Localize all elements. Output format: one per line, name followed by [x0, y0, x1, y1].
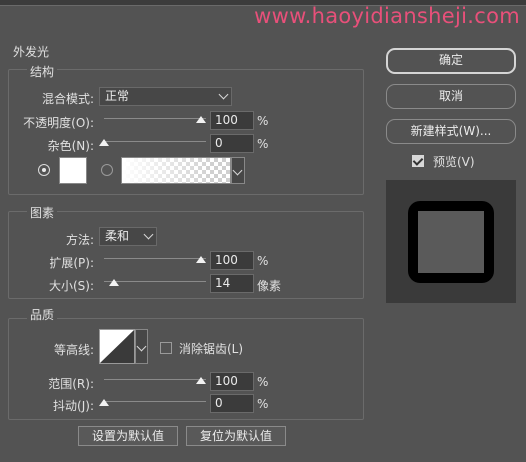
preview-checkbox[interactable] — [412, 155, 424, 167]
ok-button[interactable]: 确定 — [386, 48, 516, 74]
method-dropdown[interactable]: 柔和 — [99, 227, 157, 246]
chevron-down-icon — [232, 165, 243, 176]
range-slider-track[interactable] — [104, 379, 206, 380]
contour-preview[interactable] — [99, 329, 135, 364]
chevron-down-icon — [218, 89, 229, 100]
jitter-slider-thumb[interactable] — [99, 399, 109, 406]
opacity-slider-track[interactable] — [104, 118, 206, 119]
preview-square — [418, 211, 484, 273]
gradient-preview[interactable] — [121, 157, 231, 184]
reset-default-button[interactable]: 复位为默认值 — [186, 426, 286, 446]
anti-alias-label: 消除锯齿(L) — [179, 342, 244, 356]
blend-mode-value: 正常 — [105, 89, 130, 103]
style-preview-panel — [386, 180, 516, 303]
spread-input[interactable]: 100 — [210, 251, 254, 270]
method-value: 柔和 — [105, 229, 130, 243]
opacity-label: 不透明度(O): — [23, 116, 94, 130]
cancel-button[interactable]: 取消 — [386, 84, 516, 109]
method-label: 方法: — [65, 233, 94, 247]
opacity-unit: % — [257, 114, 269, 128]
noise-slider-track[interactable] — [104, 141, 206, 142]
noise-unit: % — [257, 137, 269, 151]
chevron-down-icon — [136, 341, 147, 352]
noise-slider-thumb[interactable] — [99, 139, 109, 146]
new-style-button[interactable]: 新建样式(W)... — [386, 119, 516, 144]
size-unit: 像素 — [257, 279, 282, 293]
elements-group-title: 图素 — [27, 204, 58, 221]
spread-label: 扩展(P): — [49, 256, 94, 270]
set-default-button[interactable]: 设置为默认值 — [78, 426, 178, 446]
jitter-label: 抖动(J): — [53, 399, 94, 413]
size-input[interactable]: 14 — [210, 274, 254, 293]
preview-glow-frame — [408, 201, 494, 283]
solid-color-radio[interactable] — [38, 164, 50, 176]
radio-dot-icon — [42, 168, 46, 172]
jitter-slider-track[interactable] — [104, 401, 206, 402]
opacity-slider-thumb[interactable] — [196, 116, 206, 123]
blend-mode-dropdown[interactable]: 正常 — [99, 87, 232, 106]
range-slider-thumb[interactable] — [196, 377, 206, 384]
preview-label: 预览(V) — [433, 155, 475, 169]
spread-slider-thumb[interactable] — [196, 256, 206, 263]
blend-mode-label: 混合模式: — [41, 92, 94, 106]
chevron-down-icon — [143, 229, 154, 240]
size-label: 大小(S): — [48, 279, 94, 293]
structure-group-title: 结构 — [27, 63, 58, 80]
range-input[interactable]: 100 — [210, 372, 254, 391]
watermark-text: www.haoyidiansheji.com — [254, 4, 520, 28]
contour-curve-icon — [100, 330, 134, 363]
color-swatch[interactable] — [59, 157, 87, 184]
section-title: 外发光 — [13, 45, 50, 59]
noise-input[interactable]: 0 — [210, 134, 254, 153]
opacity-input[interactable]: 100 — [210, 111, 254, 130]
noise-label: 杂色(N): — [47, 139, 94, 153]
size-slider-track[interactable] — [104, 281, 206, 282]
range-unit: % — [257, 375, 269, 389]
check-icon — [412, 155, 424, 166]
jitter-input[interactable]: 0 — [210, 394, 254, 413]
gradient-dropdown-button[interactable] — [231, 157, 245, 184]
gradient-radio[interactable] — [101, 164, 113, 176]
contour-label: 等高线: — [53, 343, 94, 357]
spread-slider-track[interactable] — [104, 258, 206, 259]
jitter-unit: % — [257, 397, 269, 411]
quality-group-title: 品质 — [27, 306, 58, 323]
anti-alias-checkbox[interactable] — [160, 342, 172, 354]
contour-dropdown-button[interactable] — [135, 329, 148, 364]
size-slider-thumb[interactable] — [109, 279, 119, 286]
spread-unit: % — [257, 254, 269, 268]
range-label: 范围(R): — [48, 377, 94, 391]
